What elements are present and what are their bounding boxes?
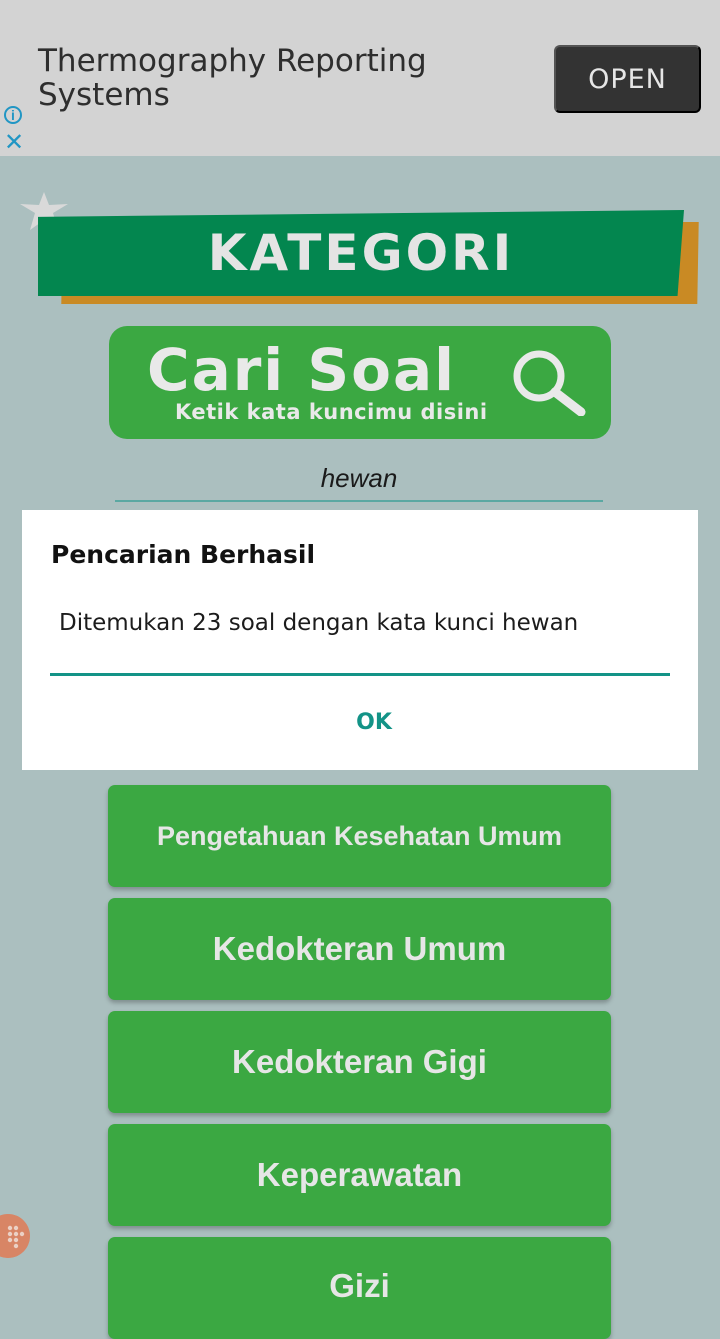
search-input[interactable] [115, 456, 603, 502]
floating-menu-icon[interactable] [0, 1214, 30, 1258]
category-kedokteran-gigi[interactable]: Kedokteran Gigi [108, 1011, 611, 1113]
dialog-title: Pencarian Berhasil [51, 540, 316, 569]
info-icon[interactable]: i [4, 106, 22, 124]
close-icon[interactable]: ✕ [4, 131, 24, 155]
search-banner-subtitle: Ketik kata kuncimu disini [175, 400, 488, 424]
ad-banner[interactable]: Thermography Reporting Systems OPEN i ✕ [0, 0, 720, 156]
page-title: KATEGORI [207, 224, 515, 282]
category-keperawatan[interactable]: Keperawatan [108, 1124, 611, 1226]
category-gizi[interactable]: Gizi [108, 1237, 611, 1339]
ad-title[interactable]: Thermography Reporting Systems [38, 44, 518, 112]
category-pengetahuan-kesehatan-umum[interactable]: Pengetahuan Kesehatan Umum [108, 785, 611, 887]
ad-open-button[interactable]: OPEN [554, 45, 701, 113]
dialog-divider [50, 673, 670, 676]
search-result-dialog: Pencarian Berhasil Ditemukan 23 soal den… [22, 510, 698, 770]
search-icon [513, 350, 586, 416]
ok-button[interactable]: OK [334, 702, 414, 742]
category-kedokteran-umum[interactable]: Kedokteran Umum [108, 898, 611, 1000]
search-banner-title: Cari Soal [147, 336, 457, 404]
header-banner: KATEGORI [38, 210, 684, 296]
search-banner: Cari Soal Ketik kata kuncimu disini [109, 326, 611, 439]
dialog-message: Ditemukan 23 soal dengan kata kunci hewa… [59, 610, 579, 636]
